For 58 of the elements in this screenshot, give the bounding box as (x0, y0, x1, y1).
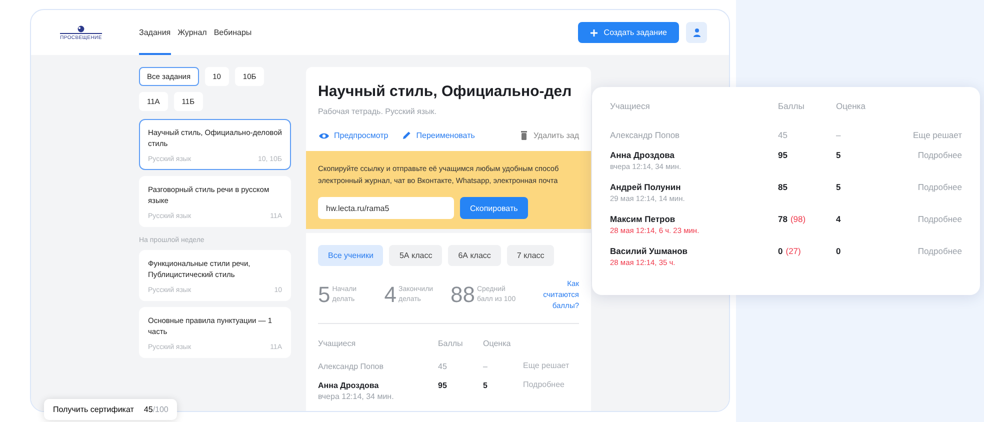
rename-link[interactable]: Переименовать (401, 130, 475, 141)
grade: 5 (836, 182, 841, 192)
score: 85 (778, 182, 788, 192)
penalty-score: (27) (786, 246, 801, 256)
student-name: Максим Петров (610, 213, 676, 225)
status-text: Еще решает (913, 130, 962, 140)
stat-value: 5 (318, 282, 330, 308)
preview-link[interactable]: Предпросмотр (318, 130, 388, 140)
certificate-button[interactable]: Получить сертификат 45/100 (44, 399, 178, 420)
student-filter[interactable]: 6А класс (448, 245, 501, 266)
student-name: Анна Дроздова (318, 380, 380, 391)
profile-button[interactable] (686, 22, 707, 43)
penalty-score: (98) (790, 214, 806, 224)
student-name: Василий Ушманов (610, 245, 689, 257)
grade: – (483, 362, 488, 371)
person-icon (692, 28, 700, 37)
student-name: Александр Попов (318, 361, 384, 372)
column-header: Баллы (778, 100, 806, 112)
assignment-subtitle: Рабочая тетрадь. Русский язык. (318, 107, 438, 116)
student-name: Анна Дроздова (610, 149, 676, 161)
column-header: Учащиеся (610, 100, 651, 112)
score: 78 (778, 214, 788, 224)
score: 45 (778, 130, 788, 140)
trash-icon (519, 130, 530, 141)
column-header: Учащиеся (318, 338, 357, 349)
student-name: Александр Попов (610, 129, 681, 141)
score: 45 (438, 362, 447, 371)
submission-time: вчера 12:14, 34 мин. (318, 391, 395, 402)
student-filter[interactable]: 5А класс (389, 245, 442, 266)
certificate-label: Получить сертификат (53, 405, 134, 414)
grade: 5 (836, 150, 841, 160)
score: 95 (438, 381, 447, 390)
student-filter[interactable]: 7 класс (506, 245, 554, 266)
student-name: Андрей Полунин (610, 181, 682, 193)
score: 95 (778, 150, 788, 160)
column-header: Оценка (836, 100, 866, 112)
nav-tab[interactable]: Журнал (178, 10, 207, 55)
status-text: Еще решает (523, 361, 570, 370)
stat-value: 88 (450, 282, 475, 308)
copy-button[interactable]: Скопировать (460, 197, 528, 219)
delete-link[interactable]: Удалить зад (519, 130, 579, 141)
grade: 4 (836, 214, 841, 224)
pencil-icon (401, 130, 412, 141)
logo-emblem-icon (75, 24, 87, 32)
column-header: Баллы (438, 338, 464, 349)
plus-icon (590, 28, 598, 36)
grade: 5 (483, 381, 488, 390)
certificate-score: 45/100 (144, 405, 168, 414)
link-field[interactable]: hw.lecta.ru/rama5 (318, 197, 454, 219)
create-task-button[interactable]: Создать задание (578, 22, 679, 43)
grade: 0 (836, 246, 841, 256)
assignment-title: Научный стиль, Официально-дел (318, 83, 573, 101)
stat-value: 4 (384, 282, 396, 308)
column-header: Оценка (483, 338, 512, 349)
grade: – (836, 130, 841, 140)
eye-icon (318, 130, 330, 140)
nav-tab[interactable]: Вебинары (214, 10, 252, 55)
score: 0 (778, 246, 783, 256)
